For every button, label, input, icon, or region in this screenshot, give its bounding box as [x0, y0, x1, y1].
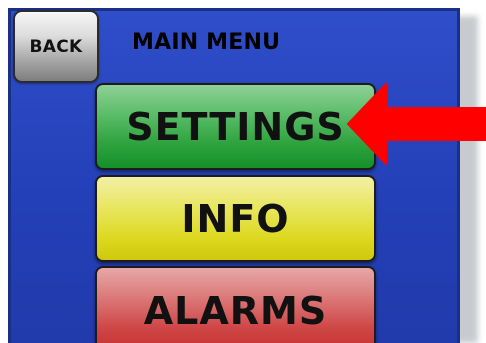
page-title: MAIN MENU [132, 30, 281, 55]
back-button[interactable]: BACK [13, 10, 99, 83]
settings-button[interactable]: SETTINGS [95, 83, 376, 170]
info-button[interactable]: INFO [95, 175, 376, 262]
red-arrow-left-icon [347, 83, 486, 165]
alarms-button[interactable]: ALARMS [95, 266, 376, 343]
